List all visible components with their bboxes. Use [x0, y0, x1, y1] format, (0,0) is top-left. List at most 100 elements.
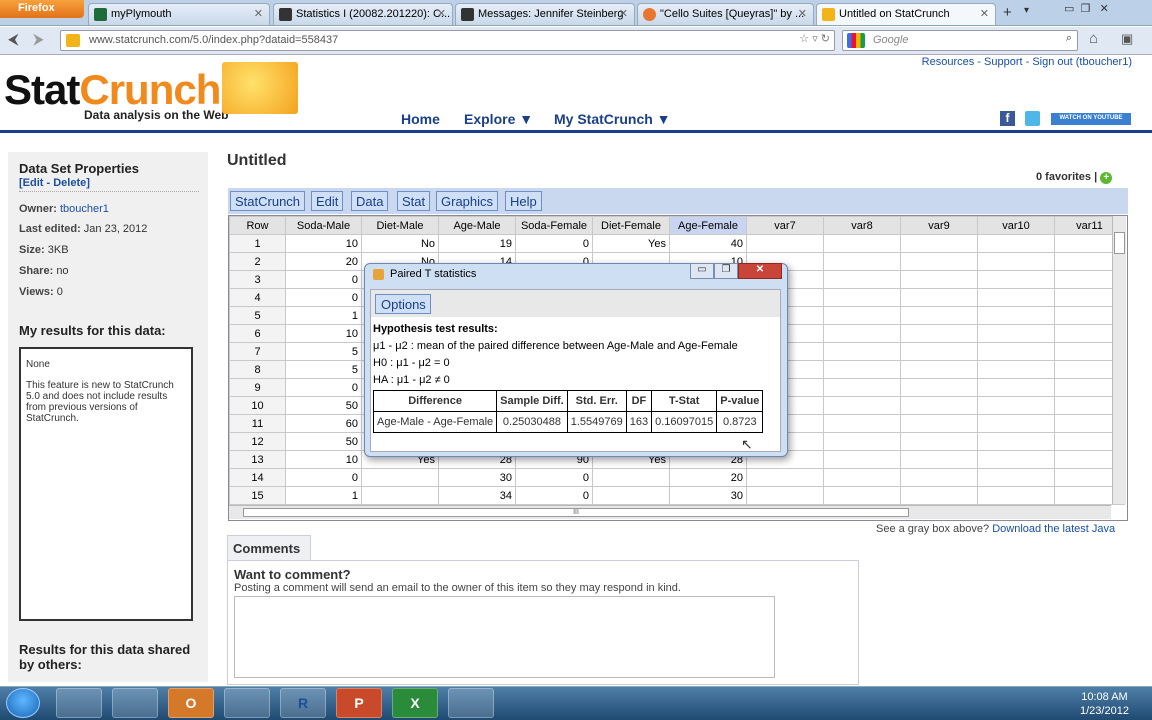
new-tab-button[interactable]: +: [1003, 4, 1012, 21]
table-cell[interactable]: [823, 306, 901, 325]
table-cell[interactable]: 10: [285, 324, 362, 343]
table-cell[interactable]: [977, 396, 1055, 415]
column-header[interactable]: Diet-Female: [592, 216, 670, 235]
table-cell[interactable]: 15: [229, 486, 286, 505]
column-header[interactable]: var10: [977, 216, 1055, 235]
menu-help[interactable]: Help: [505, 191, 542, 211]
twitter-icon[interactable]: [1025, 111, 1040, 126]
table-cell[interactable]: 5: [285, 342, 362, 361]
table-cell[interactable]: 30: [669, 486, 747, 505]
table-cell[interactable]: [823, 396, 901, 415]
menu-stat[interactable]: Stat: [397, 191, 431, 211]
horizontal-scroll-thumb[interactable]: III: [243, 508, 909, 517]
table-cell[interactable]: 0: [285, 378, 362, 397]
table-cell[interactable]: 40: [669, 234, 747, 253]
back-arrow-icon[interactable]: ⮜: [8, 31, 19, 48]
vertical-scrollbar[interactable]: [1112, 216, 1126, 504]
column-header[interactable]: var8: [823, 216, 901, 235]
table-cell[interactable]: [823, 432, 901, 451]
menu-statcrunch[interactable]: StatCrunch: [230, 191, 306, 211]
clock[interactable]: 10:08 AM 1/23/2012: [1080, 690, 1129, 718]
table-cell[interactable]: 11: [229, 414, 286, 433]
table-cell[interactable]: [900, 288, 978, 307]
table-cell[interactable]: 10: [229, 396, 286, 415]
nav-home[interactable]: Home: [401, 111, 440, 127]
firefox-menu-button[interactable]: Firefox: [0, 0, 84, 18]
table-cell[interactable]: [900, 252, 978, 271]
table-cell[interactable]: 0: [515, 468, 593, 487]
table-cell[interactable]: 12: [229, 432, 286, 451]
table-cell[interactable]: 8: [229, 360, 286, 379]
tab-messages[interactable]: Messages: Jennifer Steinberg ✕: [455, 3, 635, 25]
table-cell[interactable]: [823, 360, 901, 379]
table-cell[interactable]: [592, 486, 670, 505]
tab-myplymouth[interactable]: myPlymouth ✕: [88, 3, 270, 25]
table-cell[interactable]: [746, 234, 824, 253]
table-cell[interactable]: 34: [438, 486, 516, 505]
r-app-icon[interactable]: R: [280, 688, 326, 718]
search-icon[interactable]: ⌕: [1066, 32, 1072, 45]
menu-graphics[interactable]: Graphics: [436, 191, 499, 211]
table-cell[interactable]: [746, 468, 824, 487]
dialog-close-icon[interactable]: ✕: [738, 263, 782, 279]
comment-textarea[interactable]: [234, 596, 775, 678]
table-cell[interactable]: 50: [285, 432, 362, 451]
table-cell[interactable]: 3: [229, 270, 286, 289]
table-cell[interactable]: 20: [669, 468, 747, 487]
table-cell[interactable]: [900, 468, 978, 487]
menu-edit[interactable]: Edit: [311, 191, 344, 211]
table-cell[interactable]: [900, 378, 978, 397]
table-cell[interactable]: 2: [229, 252, 286, 271]
comments-tab[interactable]: Comments: [227, 535, 311, 560]
add-favorite-icon[interactable]: +: [1100, 172, 1113, 184]
table-cell[interactable]: [823, 468, 901, 487]
table-cell[interactable]: 10: [285, 234, 362, 253]
download-java-link[interactable]: Download the latest Java: [992, 523, 1115, 535]
table-cell[interactable]: 1: [285, 486, 362, 505]
table-cell[interactable]: [977, 414, 1055, 433]
column-header[interactable]: Age-Female: [669, 216, 747, 235]
close-tab-icon[interactable]: ✕: [980, 7, 989, 20]
tab-list-icon[interactable]: ▾: [1024, 5, 1029, 16]
menu-data[interactable]: Data: [351, 191, 389, 211]
account-links[interactable]: Resources - Support - Sign out (tboucher…: [922, 56, 1132, 68]
table-cell[interactable]: [900, 342, 978, 361]
table-cell[interactable]: 60: [285, 414, 362, 433]
powerpoint-app-icon[interactable]: P: [336, 688, 382, 718]
table-cell[interactable]: [361, 468, 439, 487]
table-cell[interactable]: [823, 450, 901, 469]
table-cell[interactable]: 50: [285, 396, 362, 415]
table-cell[interactable]: 7: [229, 342, 286, 361]
statcrunch-app-icon[interactable]: [112, 688, 158, 718]
close-tab-icon[interactable]: ✕: [254, 7, 263, 20]
table-cell[interactable]: [900, 234, 978, 253]
forward-arrow-icon[interactable]: ⮞: [33, 31, 44, 48]
table-cell[interactable]: [900, 306, 978, 325]
table-cell[interactable]: [823, 252, 901, 271]
table-cell[interactable]: [977, 306, 1055, 325]
home-icon[interactable]: ⌂: [1089, 30, 1098, 47]
table-cell[interactable]: [977, 450, 1055, 469]
java-app-icon[interactable]: [448, 688, 494, 718]
search-box[interactable]: Google ⌕: [842, 30, 1078, 51]
excel-app-icon[interactable]: X: [392, 688, 438, 718]
table-cell[interactable]: [977, 468, 1055, 487]
table-cell[interactable]: [900, 396, 978, 415]
table-cell[interactable]: [977, 234, 1055, 253]
table-cell[interactable]: [823, 342, 901, 361]
table-cell[interactable]: [823, 234, 901, 253]
close-tab-icon[interactable]: ✕: [619, 7, 628, 20]
table-cell[interactable]: [977, 486, 1055, 505]
owner-link[interactable]: tboucher1: [60, 203, 109, 215]
table-cell[interactable]: 4: [229, 288, 286, 307]
table-cell[interactable]: 0: [515, 234, 593, 253]
column-header[interactable]: var7: [746, 216, 824, 235]
table-cell[interactable]: 13: [229, 450, 286, 469]
vertical-scroll-thumb[interactable]: [1114, 232, 1125, 254]
table-cell[interactable]: [977, 360, 1055, 379]
table-cell[interactable]: [900, 270, 978, 289]
close-tab-icon[interactable]: ✕: [437, 7, 446, 20]
addon-icon[interactable]: ▣: [1121, 31, 1133, 47]
table-cell[interactable]: 10: [285, 450, 362, 469]
table-cell[interactable]: 5: [285, 360, 362, 379]
